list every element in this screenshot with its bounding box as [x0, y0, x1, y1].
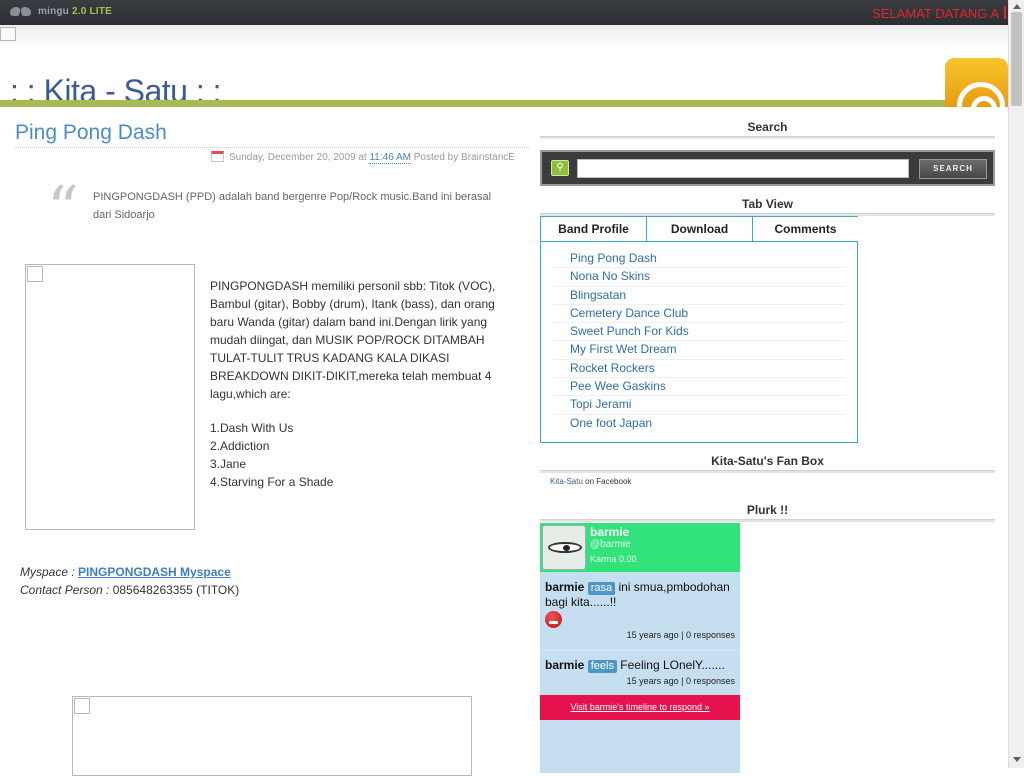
plurk-post-user: barmie — [545, 580, 585, 594]
search-widget-title: Search — [747, 120, 788, 134]
band-link[interactable]: Pee Wee Gaskins — [553, 378, 845, 397]
brand-version: 2.0 — [71, 6, 87, 17]
brand-edition: LITE — [89, 6, 112, 17]
site-header: : : Kita - Satu : : — [0, 25, 1008, 109]
angry-emoticon-icon — [545, 611, 562, 628]
post-title[interactable]: Ping Pong Dash — [15, 121, 167, 145]
myspace-link[interactable]: PINGPONGDASH Myspace — [78, 565, 231, 579]
rss-feed-icon[interactable] — [945, 58, 1008, 107]
marquee-cursor — [1004, 6, 1006, 19]
broken-image-icon — [27, 266, 43, 282]
plurk-widget: barmie @barmie Karma 0.00 barmie rasa in… — [540, 523, 740, 773]
fanbox-line: Kita-Satu on Facebook — [550, 477, 631, 486]
band-link[interactable]: Topi Jerami — [553, 396, 845, 415]
contact-row: Contact Person : 085648263355 (TITOK) — [20, 583, 239, 597]
tab-download[interactable]: Download — [647, 217, 753, 242]
plurk-divider — [540, 650, 740, 651]
band-list: Ping Pong Dash Nona No Skins Blingsatan … — [553, 250, 845, 433]
post-at-label: at — [358, 152, 367, 163]
brand-name: mingu — [38, 6, 69, 17]
plurk-post-meta[interactable]: 15 years ago | 0 responses — [540, 630, 735, 640]
band-link[interactable]: My First Wet Dream — [553, 341, 845, 360]
scroll-thumb[interactable] — [1011, 12, 1022, 106]
band-link[interactable]: Rocket Rockers — [553, 360, 845, 379]
band-link[interactable]: Cemetery Dance Club — [553, 305, 845, 324]
facebook-page-link[interactable]: Kita-Satu — [550, 477, 583, 486]
page-scrollbar[interactable] — [1008, 0, 1024, 768]
broken-image-icon — [74, 698, 90, 714]
plurk-profile-header: barmie @barmie Karma 0.00 — [540, 523, 740, 572]
fanbox-suffix: on Facebook — [585, 477, 632, 486]
song-item: 3.Jane — [210, 457, 247, 471]
plurk-post: barmie feels Feeling LOnelY....... — [545, 658, 735, 673]
widget-divider — [540, 519, 995, 522]
search-widget: ⚲ SEARCH — [540, 150, 995, 186]
broken-banner-image-icon — [0, 27, 16, 41]
search-button[interactable]: SEARCH — [919, 159, 987, 179]
post-body-text: PINGPONGDASH memiliki personil sbb: Tito… — [210, 279, 496, 401]
plurk-respond-link[interactable]: Visit barmie's timeline to respond » — [540, 695, 740, 720]
magnifier-icon[interactable]: ⚲ — [551, 160, 569, 176]
brand-label: mingu 2.0 LITE — [38, 6, 112, 17]
tab-band-profile[interactable]: Band Profile — [541, 217, 647, 242]
band-link[interactable]: Sweet Punch For Kids — [553, 323, 845, 342]
post-title-divider — [15, 147, 529, 148]
post-blockquote: PINGPONGDASH (PPD) adalah band bergenre … — [93, 191, 492, 221]
contact-value: 085648263355 (TITOK) — [112, 583, 240, 597]
top-bar: mingu 2.0 LITE SELAMAT DATANG A — [0, 0, 1008, 25]
plurk-qualifier: feels — [587, 660, 617, 673]
tab-view: Band Profile Download Comments Ping Pong… — [540, 216, 858, 443]
contact-label: Contact Person : — [20, 583, 110, 597]
tabview-widget-title: Tab View — [742, 197, 793, 211]
band-photo-placeholder — [25, 264, 195, 530]
posted-by-label: Posted by — [413, 152, 459, 163]
post-time-link[interactable]: 11:46 AM — [369, 152, 411, 164]
plurk-post-user: barmie — [545, 658, 585, 672]
fanbox-widget-title: Kita-Satu's Fan Box — [711, 454, 824, 468]
post-date: Sunday, December 20, 2009 — [229, 152, 356, 163]
welcome-marquee: SELAMAT DATANG A — [872, 6, 999, 21]
band-link[interactable]: One foot Japan — [553, 415, 845, 433]
post-author: BrainstancE — [461, 152, 515, 163]
band-link[interactable]: Ping Pong Dash — [553, 250, 845, 269]
plurk-post-text: Feeling LOnelY....... — [620, 658, 725, 672]
avatar[interactable] — [542, 525, 586, 570]
song-item: 4.Starving For a Shade — [210, 475, 334, 489]
song-item: 2.Addiction — [210, 439, 270, 453]
plurk-username[interactable]: barmie — [590, 525, 629, 539]
tab-comments[interactable]: Comments — [753, 217, 858, 242]
scroll-down-arrow-icon[interactable] — [1013, 757, 1021, 762]
myspace-row: Myspace : PINGPONGDASH Myspace — [20, 565, 231, 579]
calendar-icon — [211, 151, 224, 162]
plurk-handle: @barmie — [590, 539, 631, 550]
plurk-karma: Karma 0.00 — [590, 554, 637, 564]
search-input[interactable] — [577, 159, 909, 178]
plurk-post-meta[interactable]: 15 years ago | 0 responses — [540, 676, 735, 686]
plurk-widget-title: Plurk !! — [746, 503, 789, 517]
header-divider-bar — [0, 100, 1008, 107]
band-link[interactable]: Nona No Skins — [553, 268, 845, 287]
widget-divider — [540, 470, 995, 473]
post-bottom-image-placeholder — [72, 696, 472, 776]
plurk-qualifier: rasa — [587, 582, 616, 595]
quote-icon: “ — [47, 172, 79, 245]
post-meta: Sunday, December 20, 2009 at 11:46 AM Po… — [211, 151, 515, 164]
widget-divider — [540, 136, 995, 139]
scroll-up-arrow-icon[interactable] — [1013, 4, 1021, 9]
plurk-post: barmie rasa ini smua,pmbodohan bagi kita… — [545, 580, 735, 631]
mingu-logo-icon — [8, 7, 33, 17]
myspace-label: Myspace : — [20, 565, 75, 579]
band-link[interactable]: Blingsatan — [553, 287, 845, 305]
song-item: 1.Dash With Us — [210, 421, 294, 435]
